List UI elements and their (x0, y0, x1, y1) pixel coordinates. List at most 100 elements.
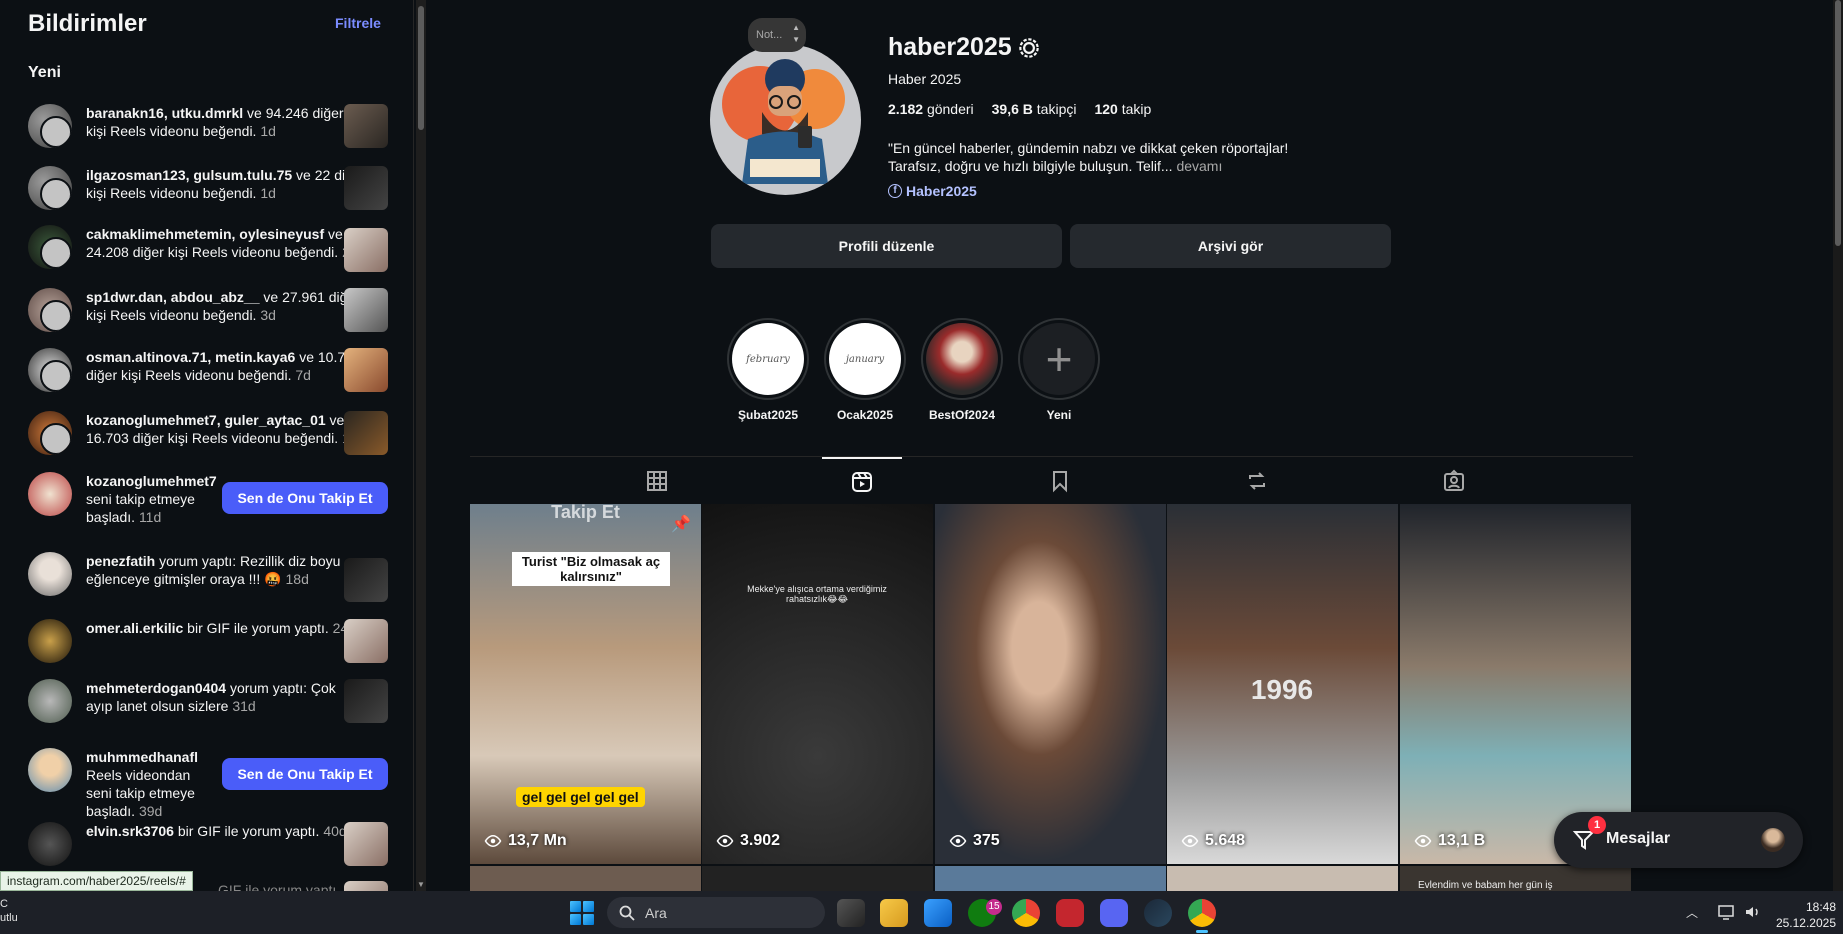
notification-text: GIF ile yorum yaptı. (218, 882, 341, 891)
avatar[interactable] (28, 679, 72, 723)
volume-icon[interactable] (1744, 904, 1762, 920)
reel-tile[interactable] (470, 866, 701, 891)
avatar[interactable] (28, 552, 72, 596)
reel-thumbnail[interactable] (344, 288, 388, 332)
settings-gear-icon[interactable] (1016, 35, 1042, 61)
grid-icon (647, 471, 667, 491)
highlight-bestof2024[interactable]: BestOf2024 (919, 318, 1005, 422)
tab-saved[interactable] (1020, 457, 1100, 505)
reel-thumbnail[interactable] (344, 411, 388, 455)
play-views-icon (484, 834, 502, 848)
reel-caption: Evlendim ve babam her gün iş (1418, 880, 1553, 891)
facebook-link[interactable]: f Haber2025 (888, 183, 977, 199)
posts-count: 2.182 (888, 101, 924, 117)
game-app-icon[interactable] (1056, 899, 1084, 927)
messages-label: Mesajlar (1606, 830, 1671, 847)
avatar[interactable] (28, 822, 72, 866)
highlight-ocak2025[interactable]: january Ocak2025 (822, 318, 908, 422)
reel-thumbnail[interactable] (344, 104, 388, 148)
tab-reels[interactable] (822, 457, 902, 505)
xbox-badge: 15 (986, 899, 1002, 915)
facebook-icon: f (888, 184, 902, 198)
reel-tile[interactable] (935, 866, 1166, 891)
avatar[interactable] (28, 288, 72, 332)
page-scrollbar[interactable] (1833, 0, 1843, 891)
notification-users: sp1dwr.dan, abdou_abz__ (86, 289, 260, 305)
reel-tile[interactable]: Takip Et 📌 Turist "Biz olmasak aç kalırs… (470, 504, 701, 864)
notification-time: 18d (285, 571, 309, 587)
steam-icon[interactable] (1144, 899, 1172, 927)
reel-thumbnail[interactable] (344, 558, 388, 602)
scroll-thumb[interactable] (418, 6, 424, 130)
reel-tile[interactable]: 13,1 B (1400, 504, 1631, 864)
edit-profile-button[interactable]: Profili düzenle (711, 224, 1062, 268)
clock-date[interactable]: 25.12.2025 (1770, 916, 1836, 930)
follow-back-button[interactable]: Sen de Onu Takip Et (222, 758, 388, 790)
highlight-cover: february (732, 323, 804, 395)
reel-thumbnail[interactable] (344, 619, 388, 663)
discord-icon[interactable] (1100, 899, 1128, 927)
messages-button[interactable]: 1 Mesajlar (1554, 812, 1803, 868)
reel-tile[interactable]: 375 (935, 504, 1166, 864)
reel-tile[interactable] (702, 866, 933, 891)
clock-time[interactable]: 18:48 (1780, 900, 1836, 914)
reel-views: 5.648 (1181, 832, 1245, 850)
followers-stat[interactable]: 39,6 B takipçi (992, 101, 1077, 117)
view-archive-button[interactable]: Arşivi gör (1070, 224, 1391, 268)
note-arrows-icon: ▲ ▼ (792, 23, 800, 44)
tab-posts[interactable] (617, 457, 697, 505)
follow-back-button[interactable]: Sen de Onu Takip Et (222, 482, 388, 514)
reel-thumbnail[interactable] (344, 679, 388, 723)
bio-more-link[interactable]: devamı (1176, 158, 1222, 174)
profile-photo[interactable] (710, 44, 861, 195)
reel-thumbnail[interactable] (344, 228, 388, 272)
play-views-icon (716, 834, 734, 848)
store-icon[interactable] (924, 899, 952, 927)
highlight-new[interactable]: + Yeni (1016, 318, 1102, 422)
chrome-active-icon[interactable] (1188, 899, 1216, 933)
notifications-panel: Bildirimler Filtrele Yeni baranakn16, ut… (0, 0, 414, 891)
avatar[interactable] (28, 411, 72, 455)
avatar[interactable] (28, 166, 72, 210)
avatar[interactable] (28, 748, 72, 792)
highlight-label: Ocak2025 (836, 408, 894, 422)
reel-thumbnail[interactable] (344, 348, 388, 392)
avatar[interactable] (28, 619, 72, 663)
weather-widget[interactable]: Cutlu (0, 897, 18, 925)
chrome-icon[interactable] (1012, 899, 1040, 927)
tab-reposts[interactable] (1217, 457, 1297, 505)
highlight-subat2025[interactable]: february Şubat2025 (725, 318, 811, 422)
notifications-scrollbar[interactable]: ▼ (416, 0, 426, 891)
avatar[interactable] (28, 348, 72, 392)
filter-link[interactable]: Filtrele (335, 15, 381, 31)
avatar[interactable] (28, 472, 72, 516)
reel-caption-mid: 1996 (1250, 674, 1314, 705)
reel-tile[interactable]: Mekke'ye alışıca ortama verdiğimiz rahat… (702, 504, 933, 864)
taskbar-search[interactable]: Ara (607, 897, 825, 928)
reel-tile[interactable]: 1996 5.648 (1167, 504, 1398, 864)
avatar[interactable] (28, 225, 72, 269)
scroll-thumb[interactable] (1835, 0, 1841, 246)
reel-thumbnail[interactable] (344, 166, 388, 210)
profile-illustration (722, 59, 845, 184)
start-button[interactable] (570, 901, 594, 925)
reel-thumbnail[interactable] (344, 881, 388, 891)
reel-thumbnail[interactable] (344, 822, 388, 866)
notification-users: ilgazosman123, gulsum.tulu.75 (86, 167, 293, 183)
note-bubble[interactable]: Not... ▲ ▼ (748, 18, 806, 52)
tab-tagged[interactable] (1414, 457, 1494, 505)
notification-users: kozanoglumehmet7, guler_aytac_01 (86, 412, 326, 428)
windows-taskbar: Cutlu Ara (0, 891, 1843, 934)
profile-bio: "En güncel haberler, gündemin nabzı ve d… (888, 139, 1308, 175)
notification-text: bir GIF ile yorum yaptı. (173, 823, 324, 839)
reel-tile[interactable] (1167, 866, 1398, 891)
task-view-icon[interactable] (837, 899, 865, 927)
avatar[interactable] (28, 104, 72, 148)
notification-users: mehmeterdogan0404 (86, 680, 227, 696)
tray-chevron-up-icon[interactable]: ︿ (1686, 904, 1698, 921)
reel-tile[interactable]: Evlendim ve babam her gün iş (1400, 866, 1631, 891)
file-explorer-icon[interactable] (880, 899, 908, 927)
scroll-down-arrow-icon[interactable]: ▼ (416, 880, 426, 889)
following-stat[interactable]: 120 takip (1094, 101, 1151, 117)
network-icon[interactable] (1718, 904, 1736, 920)
